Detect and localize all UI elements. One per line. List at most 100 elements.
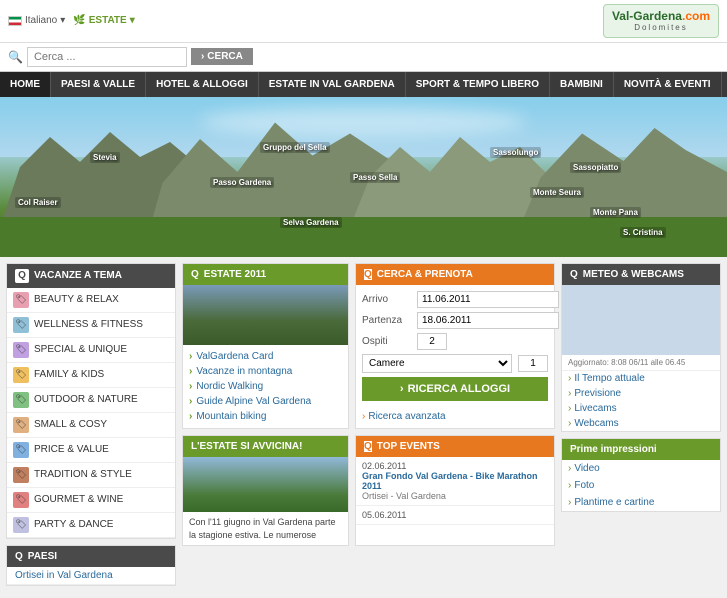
item-icon: 🏷 bbox=[13, 392, 29, 408]
hero-image: Col RaiserSteviaGruppo del SellaPasso Ga… bbox=[0, 97, 727, 257]
logo[interactable]: Val-Gardena.com Dolomites bbox=[603, 4, 719, 38]
nav-item-paesi---valle[interactable]: PAESI & VALLE bbox=[51, 72, 146, 97]
search-button[interactable]: › CERCA bbox=[191, 48, 253, 65]
camere-input[interactable] bbox=[518, 355, 548, 372]
cerca-header-label: CERCA & PRENOTA bbox=[377, 269, 473, 280]
item-label: SPECIAL & UNIQUE bbox=[34, 344, 127, 355]
language-label: Italiano bbox=[25, 15, 57, 26]
impressioni-link[interactable]: Plantime e cartine bbox=[562, 494, 720, 511]
meteo-link[interactable]: Il Tempo attuale bbox=[562, 371, 720, 386]
estate-link[interactable]: Guide Alpine Val Gardena bbox=[189, 394, 342, 409]
impressioni-link[interactable]: Video bbox=[562, 460, 720, 477]
q-icon-meteo: Q bbox=[570, 269, 578, 280]
language-selector[interactable]: Italiano ▾ bbox=[8, 15, 65, 26]
meteo-links: Il Tempo attualePrevisioneLivecamsWebcam… bbox=[562, 371, 720, 431]
ospiti-input[interactable] bbox=[417, 333, 447, 350]
vacanze-section: Q VACANZE A TEMA 🏷BEAUTY & RELAX🏷WELLNES… bbox=[6, 263, 176, 539]
sidebar-item-family---kids[interactable]: 🏷FAMILY & KIDS bbox=[7, 363, 175, 388]
meteo-link[interactable]: Previsione bbox=[562, 386, 720, 401]
meteo-box: Q METEO & WEBCAMS Aggiornato: 8:08 06/11… bbox=[561, 263, 721, 432]
lestate-header: L'ESTATE SI AVVICINA! bbox=[183, 436, 348, 457]
sidebar-item-tradition---style[interactable]: 🏷 TRADITION & STYLE bbox=[7, 463, 175, 488]
paesi-section: Q PAESI Ortisei in Val Gardena bbox=[6, 545, 176, 586]
q-icon-events: Q bbox=[364, 441, 372, 452]
nav-item-sport---tempo-libero[interactable]: SPORT & TEMPO LIBERO bbox=[406, 72, 550, 97]
advanced-search-link[interactable]: Ricerca avanzata bbox=[356, 407, 554, 426]
sidebar-item-gourmet---wine[interactable]: 🏷 GOURMET & WINE bbox=[7, 488, 175, 513]
partenza-label: Partenza bbox=[362, 315, 417, 326]
meteo-header: Q METEO & WEBCAMS bbox=[562, 264, 720, 285]
topevents-header: Q TOP EVENTS bbox=[356, 436, 554, 457]
arrivo-label: Arrivo bbox=[362, 294, 417, 305]
partenza-input[interactable] bbox=[417, 312, 559, 329]
logo-main: Val-Gardena bbox=[612, 9, 682, 23]
meteo-update: Aggiornato: 8:08 06/11 alle 06.45 bbox=[562, 355, 720, 371]
events-list: 02.06.2011Gran Fondo Val Gardena - Bike … bbox=[356, 457, 554, 525]
item-icon: 🏷 bbox=[13, 292, 29, 308]
item-icon: 🏷 bbox=[13, 342, 29, 358]
leaf-icon: 🌿 bbox=[73, 15, 85, 26]
item-label: OUTDOOR & NATURE bbox=[34, 394, 138, 405]
item-label: GOURMET & WINE bbox=[34, 494, 123, 505]
event-item: 02.06.2011Gran Fondo Val Gardena - Bike … bbox=[356, 457, 554, 506]
cerca-box: Q CERCA & PRENOTA Arrivo 📅 Partenza 📅 bbox=[355, 263, 555, 429]
item-icon: 🏷 bbox=[13, 467, 29, 483]
main-nav: HOMEPAESI & VALLEHOTEL & ALLOGGIESTATE I… bbox=[0, 72, 727, 97]
q-icon-cerca: Q bbox=[364, 269, 372, 280]
ospiti-label: Ospiti bbox=[362, 336, 417, 347]
sidebar-item-small---cosy[interactable]: 🏷SMALL & COSY bbox=[7, 413, 175, 438]
arrivo-input[interactable] bbox=[417, 291, 559, 308]
nav-item-bambini[interactable]: BAMBINI bbox=[550, 72, 614, 97]
sidebar-item-outdoor---nature[interactable]: 🏷 OUTDOOR & NATURE bbox=[7, 388, 175, 413]
sidebar-item-beauty---relax[interactable]: 🏷BEAUTY & RELAX bbox=[7, 288, 175, 313]
hero-label: S. Cristina bbox=[620, 227, 666, 238]
event-title[interactable]: Gran Fondo Val Gardena - Bike Marathon 2… bbox=[362, 471, 548, 491]
impressioni-link[interactable]: Foto bbox=[562, 477, 720, 494]
event-date: 02.06.2011 bbox=[362, 461, 548, 471]
hero-label: Passo Gardena bbox=[210, 177, 274, 188]
estate-link[interactable]: Nordic Walking bbox=[189, 379, 342, 394]
sidebar-item-price---value[interactable]: 🏷 PRICE & VALUE bbox=[7, 438, 175, 463]
paesi-items: Ortisei in Val Gardena bbox=[7, 567, 175, 585]
search-input[interactable] bbox=[27, 47, 187, 67]
sidebar-item-special---unique[interactable]: 🏷 SPECIAL & UNIQUE bbox=[7, 338, 175, 363]
camere-select[interactable]: Camere bbox=[362, 354, 512, 373]
meteo-link[interactable]: Webcams bbox=[562, 416, 720, 431]
item-icon: 🏷 bbox=[13, 492, 29, 508]
hero-label: Monte Pana bbox=[590, 207, 641, 218]
estate-header-label: ESTATE 2011 bbox=[204, 269, 266, 280]
estate-link[interactable]: Vacanze in montagna bbox=[189, 364, 342, 379]
item-label: PARTY & DANCE bbox=[34, 519, 113, 530]
season-selector[interactable]: 🌿 ESTATE ▾ bbox=[73, 15, 134, 26]
sidebar-left: Q VACANZE A TEMA 🏷BEAUTY & RELAX🏷WELLNES… bbox=[6, 263, 176, 592]
nav-item-hotel---alloggi[interactable]: HOTEL & ALLOGGI bbox=[146, 72, 259, 97]
estate-link[interactable]: ValGardena Card bbox=[189, 349, 342, 364]
lestate-box: L'ESTATE SI AVVICINA! Con l'11 giugno in… bbox=[182, 435, 349, 546]
item-label: TRADITION & STYLE bbox=[34, 469, 132, 480]
estate-links: ValGardena CardVacanze in montagnaNordic… bbox=[183, 345, 348, 428]
paesi-link[interactable]: Ortisei in Val Gardena bbox=[7, 567, 175, 585]
nav-item-estate-in-val-gardena[interactable]: ESTATE IN VAL GARDENA bbox=[259, 72, 406, 97]
hero-grass bbox=[0, 217, 727, 257]
nav-item-novit----eventi[interactable]: NOVITÀ & EVENTI bbox=[614, 72, 722, 97]
item-label: SMALL & COSY bbox=[34, 419, 107, 430]
estate-link[interactable]: Mountain biking bbox=[189, 409, 342, 424]
meteo-image bbox=[562, 285, 720, 355]
sidebar-item-party---dance[interactable]: 🏷PARTY & DANCE bbox=[7, 513, 175, 538]
top-bar: Italiano ▾ 🌿 ESTATE ▾ Val-Gardena.com Do… bbox=[0, 0, 727, 43]
item-label: FAMILY & KIDS bbox=[34, 369, 104, 380]
item-icon: 🏷 bbox=[13, 442, 29, 458]
nav-item-home[interactable]: HOME bbox=[0, 72, 51, 97]
ospiti-row: Ospiti bbox=[362, 333, 548, 350]
meteo-link[interactable]: Livecams bbox=[562, 401, 720, 416]
item-label: PRICE & VALUE bbox=[34, 444, 109, 455]
sidebar-item-wellness---fitness[interactable]: 🏷WELLNESS & FITNESS bbox=[7, 313, 175, 338]
hero-label: Col Raiser bbox=[15, 197, 61, 208]
item-label: WELLNESS & FITNESS bbox=[34, 319, 143, 330]
ricerca-button[interactable]: › RICERCA ALLOGGI bbox=[362, 377, 548, 401]
lestate-text: Con l'11 giugno in Val Gardena parte la … bbox=[183, 512, 348, 545]
nav-item-meteo[interactable]: METEO bbox=[722, 72, 727, 97]
impressioni-header: Prime impressioni bbox=[562, 439, 720, 460]
estate-header: Q ESTATE 2011 bbox=[183, 264, 348, 285]
arrivo-row: Arrivo 📅 bbox=[362, 291, 548, 308]
